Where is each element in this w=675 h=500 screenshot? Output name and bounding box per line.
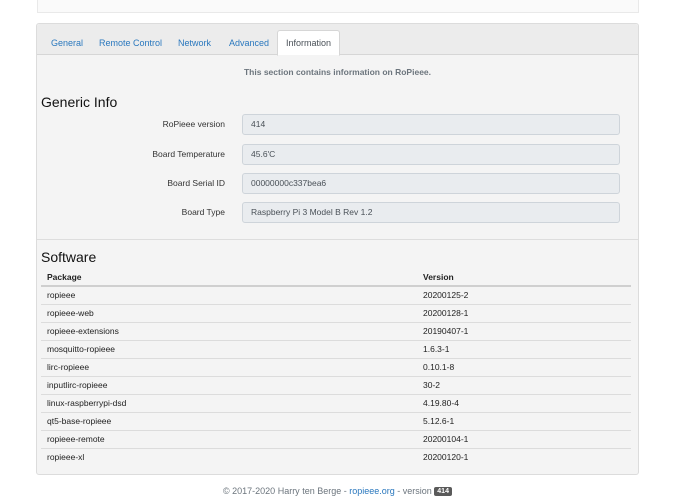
- table-row: qt5-base-ropieee 5.12.6-1: [41, 411, 631, 430]
- table-row: linux-raspberrypi-dsd 4.19.80-4: [41, 393, 631, 412]
- board-temperature-label: Board Temperature: [152, 149, 225, 159]
- ropieee-version-field[interactable]: 414: [242, 114, 620, 135]
- intro-text: This section contains information on RoP…: [243, 67, 432, 77]
- footer-copyright: © 2017-2020 Harry ten Berge -: [223, 486, 350, 496]
- board-serial-id-label: Board Serial ID: [167, 178, 225, 188]
- footer-site-link[interactable]: ropieee.org: [349, 486, 395, 496]
- table-row: ropieee-web 20200128-1: [41, 303, 631, 322]
- version-cell: 0.10.1-8: [417, 357, 631, 376]
- table-row: mosquitto-ropieee 1.6.3-1: [41, 339, 631, 358]
- version-cell: 20200125-2: [417, 285, 631, 304]
- ropieee-version-label: RoPieee version: [162, 119, 225, 129]
- table-row: lirc-ropieee 0.10.1-8: [41, 357, 631, 376]
- table-row: ropieee-extensions 20190407-1: [41, 321, 631, 340]
- settings-card: General Remote Control Network Advanced …: [36, 23, 639, 475]
- tab-advanced[interactable]: Advanced: [229, 31, 269, 55]
- section-divider: [37, 239, 638, 240]
- footer-version-text: - version: [394, 486, 435, 496]
- top-panel-edge: [37, 0, 639, 13]
- package-cell: qt5-base-ropieee: [41, 411, 417, 430]
- software-title: Software: [41, 249, 97, 265]
- tab-network[interactable]: Network: [178, 31, 211, 55]
- board-serial-id-field[interactable]: 00000000c337bea6: [242, 173, 620, 194]
- board-type-label: Board Type: [181, 207, 225, 217]
- package-cell: ropieee-extensions: [41, 321, 417, 340]
- table-row: ropieee-xl 20200120-1: [41, 447, 631, 466]
- board-temperature-field[interactable]: 45.6'C: [242, 144, 620, 165]
- package-cell: ropieee-remote: [41, 429, 417, 448]
- software-table: Package Version ropieee 20200125-2 ropiee…: [41, 268, 631, 466]
- package-cell: ropieee-xl: [41, 447, 417, 466]
- version-cell: 20200120-1: [417, 447, 631, 466]
- version-cell: 5.12.6-1: [417, 411, 631, 430]
- version-badge: 414: [434, 487, 452, 496]
- table-row: ropieee-remote 20200104-1: [41, 429, 631, 448]
- table-row: inputlirc-ropieee 30-2: [41, 375, 631, 394]
- package-cell: linux-raspberrypi-dsd: [41, 393, 417, 412]
- tab-general[interactable]: General: [51, 31, 83, 55]
- board-type-field[interactable]: Raspberry Pi 3 Model B Rev 1.2: [242, 202, 620, 223]
- footer: © 2017-2020 Harry ten Berge - ropieee.or…: [0, 486, 675, 496]
- package-column-header: Package: [41, 268, 417, 287]
- package-cell: mosquitto-ropieee: [41, 339, 417, 358]
- version-cell: 20200128-1: [417, 303, 631, 322]
- version-column-header: Version: [417, 268, 631, 287]
- tab-information[interactable]: Information: [277, 30, 341, 56]
- generic-info-title: Generic Info: [41, 94, 118, 110]
- version-cell: 20200104-1: [417, 429, 631, 448]
- version-cell: 20190407-1: [417, 321, 631, 340]
- package-cell: inputlirc-ropieee: [41, 375, 417, 394]
- package-cell: ropieee: [41, 285, 417, 304]
- tab-bar: General Remote Control Network Advanced …: [37, 24, 638, 56]
- tab-remote-control[interactable]: Remote Control: [99, 31, 162, 55]
- version-cell: 4.19.80-4: [417, 393, 631, 412]
- package-cell: lirc-ropieee: [41, 357, 417, 376]
- table-header-row: Package Version: [41, 268, 631, 287]
- table-row: ropieee 20200125-2: [41, 285, 631, 304]
- version-cell: 30-2: [417, 375, 631, 394]
- package-cell: ropieee-web: [41, 303, 417, 322]
- version-cell: 1.6.3-1: [417, 339, 631, 358]
